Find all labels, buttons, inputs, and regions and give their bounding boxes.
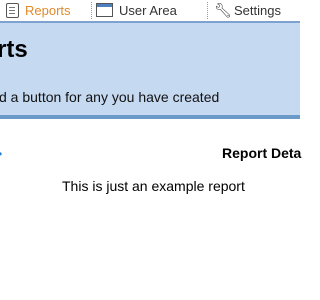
clipped-link-icon[interactable]: • (0, 147, 2, 161)
tab-settings-label: Settings (234, 2, 281, 18)
tab-user-area-label: User Area (119, 2, 177, 18)
tab-separator (207, 2, 208, 19)
header-divider (0, 115, 300, 119)
report-icon (6, 2, 19, 18)
tab-user-area[interactable]: User Area (96, 0, 206, 20)
window-icon (96, 3, 113, 17)
tab-separator (91, 2, 92, 19)
tab-settings[interactable]: 🔧︎ Settings (214, 0, 304, 20)
tab-bar: Reports User Area 🔧︎ Settings (0, 0, 300, 23)
page-title: rts (0, 36, 28, 63)
page-header: rts d a button for any you have created (0, 23, 300, 115)
report-details-heading: Report Deta (222, 145, 302, 161)
tools-icon: 🔧︎ (214, 1, 232, 18)
tab-reports-label: Reports (25, 2, 71, 18)
page-subtitle: d a button for any you have created (0, 89, 220, 105)
tab-reports[interactable]: Reports (0, 0, 90, 20)
report-text: This is just an example report (62, 178, 245, 194)
